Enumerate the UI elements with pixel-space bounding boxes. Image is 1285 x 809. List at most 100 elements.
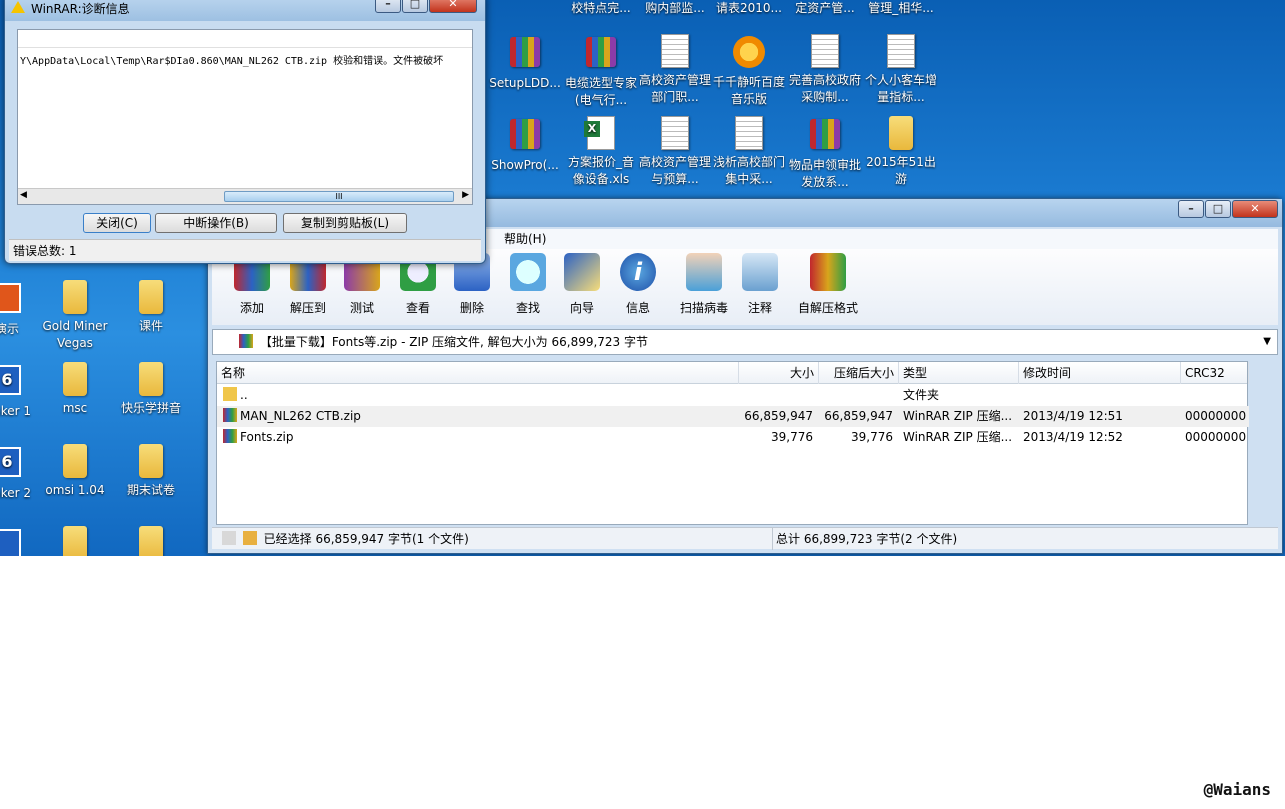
application-icon: 6 [0, 365, 21, 395]
drive-icon [222, 531, 236, 545]
comment-icon [742, 253, 778, 291]
folder-icon [139, 444, 163, 478]
scrollbar-thumb[interactable]: III [224, 191, 454, 202]
toolbar-sfx-button[interactable]: 自解压格式 [790, 253, 866, 316]
desktop-icon[interactable]: 定资产管... [788, 0, 862, 17]
excel-file-icon [584, 116, 615, 150]
desktop-icon-omsi[interactable]: omsi 1.04 [38, 444, 112, 499]
minimize-button[interactable]: – [1178, 200, 1204, 218]
column-name[interactable]: 名称 [217, 362, 739, 384]
desktop-icon[interactable]: 管理_相华... [864, 0, 938, 17]
minimize-button[interactable]: – [375, 0, 401, 13]
desktop-icon-gold-miner[interactable]: Gold Miner Vegas [38, 280, 112, 352]
document-icon [735, 116, 763, 150]
document-icon [661, 34, 689, 68]
document-icon [661, 116, 689, 150]
desktop-icon[interactable]: 购内部监... [638, 0, 712, 17]
desktop-icon[interactable]: 高校资产管理与预算... [638, 116, 712, 188]
diagnostic-messages[interactable]: Y\AppData\Local\Temp\Rar$DIa0.860\MAN_NL… [17, 29, 473, 205]
copy-to-clipboard-button[interactable]: 复制到剪贴板(L) [283, 213, 407, 233]
toolbar-wizard-button[interactable]: 向导 [556, 253, 608, 316]
toolbar-virus-scan-button[interactable]: 扫描病毒 [674, 253, 734, 316]
desktop-icon[interactable]: 方案报价_音像设备.xls [564, 116, 638, 188]
music-player-icon [733, 36, 765, 68]
folder-icon [139, 362, 163, 396]
file-list: 名称 大小 压缩后大小 类型 修改时间 CRC32 .. 文件夹 MAN_NL2… [216, 361, 1249, 525]
desktop-icon[interactable]: 请表2010... [712, 0, 786, 17]
status-total: 总计 66,899,723 字节(2 个文件) [776, 532, 958, 546]
winrar-archive-icon [586, 37, 616, 67]
close-button[interactable]: ✕ [429, 0, 477, 13]
zip-file-icon [223, 429, 237, 443]
folder-icon [139, 526, 163, 556]
desktop-icon[interactable]: 浅析高校部门集中采... [712, 116, 786, 188]
maximize-button[interactable]: □ [402, 0, 428, 13]
dialog-title-bar[interactable]: WinRAR:诊断信息 – □ ✕ [5, 0, 485, 21]
zip-archive-icon [239, 334, 253, 348]
close-button[interactable]: ✕ [1232, 200, 1278, 218]
maximize-button[interactable]: □ [1205, 200, 1231, 218]
computer-icon [0, 529, 21, 556]
desktop-icon[interactable] [38, 526, 112, 556]
toolbar-find-button[interactable]: 查找 [502, 253, 554, 316]
column-type[interactable]: 类型 [899, 362, 1019, 384]
error-count: 错误总数: 1 [9, 239, 481, 261]
folder-icon [223, 387, 237, 401]
column-size[interactable]: 大小 [739, 362, 819, 384]
desktop-icon[interactable]: 期末试卷 [114, 444, 188, 499]
search-icon [510, 253, 546, 291]
winrar-archive-icon [510, 37, 540, 67]
folder-icon [63, 444, 87, 478]
document-icon [811, 34, 839, 68]
scroll-right-icon[interactable]: ▶ [462, 190, 469, 200]
column-modified[interactable]: 修改时间 [1019, 362, 1181, 384]
folder-icon [63, 280, 87, 314]
presentation-icon [0, 283, 21, 313]
desktop-icon[interactable]: 千千静听百度音乐版 [712, 34, 786, 108]
horizontal-scrollbar[interactable]: ◀ III ▶ [18, 188, 472, 204]
desktop-icon-msc[interactable]: msc [38, 362, 112, 417]
folder-icon [63, 362, 87, 396]
column-packed[interactable]: 压缩后大小 [819, 362, 899, 384]
desktop-icon[interactable]: 高校资产管理部门职... [638, 34, 712, 106]
archive-path-bar[interactable]: 【批量下载】Fonts等.zip - ZIP 压缩文件, 解包大小为 66,89… [212, 329, 1278, 355]
desktop-icon-showpro[interactable]: ShowPro(... [488, 116, 562, 174]
abort-button[interactable]: 中断操作(B) [155, 213, 277, 233]
document-icon [887, 34, 915, 68]
wizard-icon [564, 253, 600, 291]
desktop-icon[interactable]: 快乐学拼音 [114, 362, 188, 417]
watermark: @Waians [1203, 780, 1271, 799]
desktop-icon-setupldd[interactable]: SetupLDD... [488, 34, 562, 92]
folder-icon [139, 280, 163, 314]
desktop-icon[interactable] [114, 526, 188, 556]
desktop-icon[interactable]: 物品申领审批发放系... [788, 116, 862, 191]
table-row[interactable]: MAN_NL262 CTB.zip 66,859,947 66,859,947 … [217, 406, 1249, 427]
file-list-header: 名称 大小 压缩后大小 类型 修改时间 CRC32 [217, 362, 1249, 384]
key-icon [242, 531, 257, 545]
desktop-icon[interactable]: 电缆选型专家(电气行... [564, 34, 638, 109]
menu-help[interactable]: 帮助(H) [504, 229, 546, 249]
table-row[interactable]: Fonts.zip 39,776 39,776 WinRAR ZIP 压缩...… [217, 427, 1249, 448]
desktop-icon[interactable]: 校特点完... [564, 0, 638, 17]
chevron-down-icon[interactable]: ▼ [1263, 330, 1271, 354]
scroll-left-icon[interactable]: ◀ [20, 190, 27, 200]
warning-icon [11, 1, 25, 13]
column-crc32[interactable]: CRC32 [1181, 362, 1249, 384]
sfx-icon [810, 253, 846, 291]
dialog-close-button[interactable]: 关闭(C) [83, 213, 151, 233]
toolbar-comment-button[interactable]: 注释 [734, 253, 786, 316]
zip-file-icon [223, 408, 237, 422]
application-icon: 6 [0, 447, 21, 477]
toolbar-info-button[interactable]: i 信息 [612, 253, 664, 316]
diagnostic-dialog: WinRAR:诊断信息 – □ ✕ Y\AppData\Local\Temp\R… [4, 0, 486, 264]
folder-icon [889, 116, 913, 150]
desktop-icon[interactable]: 课件 [114, 280, 188, 335]
winrar-archive-icon [510, 119, 540, 149]
folder-icon [63, 526, 87, 556]
error-message: Y\AppData\Local\Temp\Rar$DIa0.860\MAN_NL… [20, 56, 444, 67]
desktop-icon[interactable]: 2015年51出游 [864, 116, 938, 188]
desktop-icon[interactable]: 个人小客车增量指标... [864, 34, 938, 106]
table-row[interactable]: .. 文件夹 [217, 385, 1249, 406]
info-icon: i [620, 253, 656, 291]
desktop-icon[interactable]: 完善高校政府采购制... [788, 34, 862, 106]
